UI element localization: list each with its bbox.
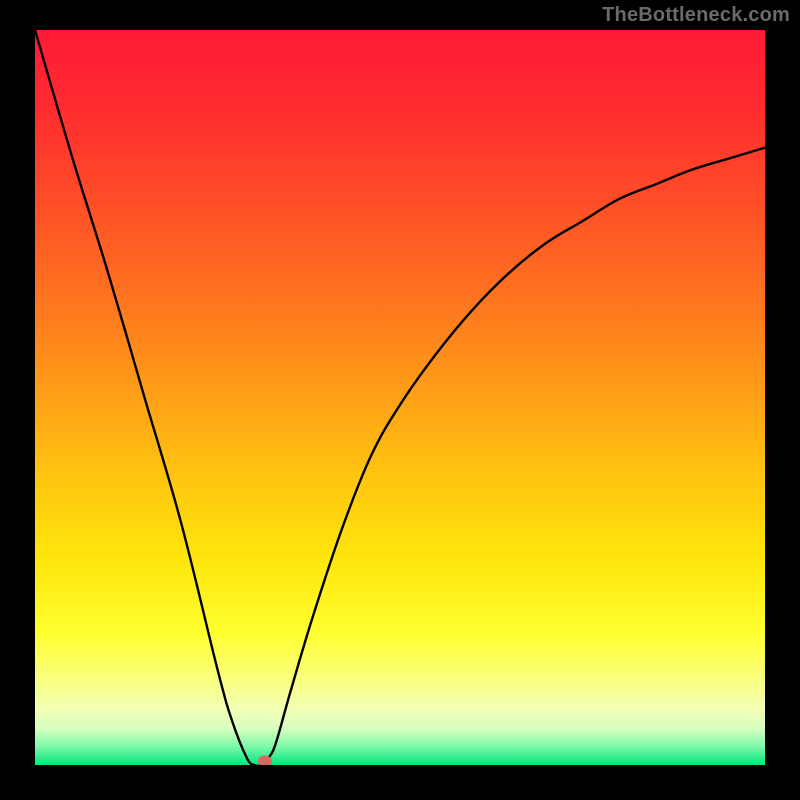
optimum-marker [258,756,272,765]
chart-frame: TheBottleneck.com [0,0,800,800]
watermark-text: TheBottleneck.com [602,4,790,27]
curve-layer [35,30,765,765]
bottleneck-curve [35,30,765,765]
plot-area [35,30,765,765]
